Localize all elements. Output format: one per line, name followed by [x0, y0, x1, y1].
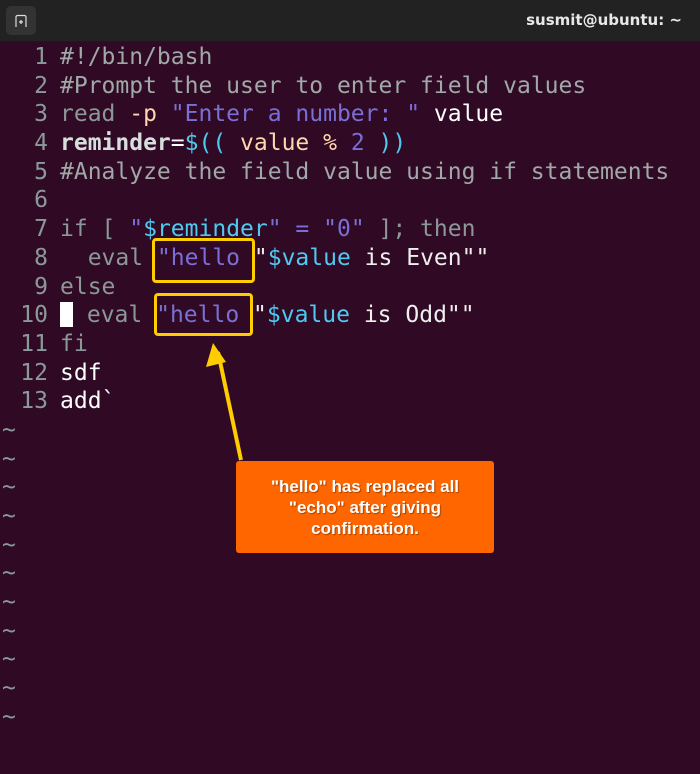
line-number: 3	[34, 101, 48, 128]
empty-line-marker: ~	[2, 646, 16, 673]
code-line[interactable]: 2 #Prompt the user to enter field values	[0, 72, 700, 101]
code-token: "	[253, 244, 268, 271]
line-number: 5	[34, 158, 48, 185]
new-tab-icon	[15, 14, 27, 27]
text-cursor	[60, 302, 73, 328]
code-line[interactable]: 8 eval "hello "$value is Even""	[0, 244, 700, 273]
title-bar: susmit@ubuntu: ~	[0, 0, 700, 42]
code-token: "Enter a number: "	[170, 101, 421, 128]
line-number: 2	[34, 72, 48, 99]
code-token: $((	[184, 130, 227, 157]
line-number: 11	[20, 330, 48, 357]
new-tab-button[interactable]	[6, 6, 36, 35]
empty-line-marker: ~	[2, 675, 16, 702]
code-line[interactable]: 10 eval "hello "$value is Odd""	[0, 301, 700, 330]
empty-line-marker: ~	[2, 617, 16, 644]
code-token: -p	[129, 101, 171, 128]
code-token: #Prompt the user to enter field values	[60, 72, 587, 99]
code-token: is Odd""	[349, 302, 475, 329]
annotation-callout: "hello" has replaced all "echo" after gi…	[236, 461, 494, 553]
code-token: "	[129, 216, 144, 243]
line-number: 7	[34, 216, 48, 243]
code-line[interactable]: 12 sdf	[0, 359, 700, 388]
code-token: read	[60, 101, 130, 128]
highlight-box-hello-line-8	[152, 238, 255, 283]
code-token: else	[60, 273, 116, 300]
vim-editor[interactable]: 1 #!/bin/bash 2 #Prompt the user to enter f…	[0, 43, 700, 732]
code-token: "	[253, 302, 267, 329]
code-token: #!/bin/bash	[60, 44, 213, 70]
empty-line-marker: ~	[2, 560, 16, 587]
line-number: 9	[34, 273, 48, 300]
code-token: fi	[60, 330, 88, 357]
code-token: $value	[267, 244, 351, 271]
code-token: if [	[60, 216, 130, 243]
empty-line-marker: ~	[2, 416, 16, 443]
line-number: 4	[34, 130, 48, 157]
window-title: susmit@ubuntu: ~	[526, 11, 682, 29]
line-number: 1	[34, 44, 48, 70]
code-line[interactable]: 4 reminder=$(( value % 2 ))	[0, 129, 700, 158]
code-token: ]; then	[364, 216, 476, 243]
code-token: #Analyze the field value using if statem…	[60, 158, 670, 185]
code-token: value %	[226, 130, 351, 157]
code-line[interactable]: 13 add`	[0, 387, 700, 416]
code-line[interactable]: 3 read -p "Enter a number: " value	[0, 100, 700, 129]
code-token: value	[420, 101, 504, 128]
empty-line-marker: ~	[2, 589, 16, 616]
line-number: 12	[20, 359, 48, 386]
code-line[interactable]: 7 if [ "$reminder" = "0" ]; then	[0, 215, 700, 244]
line-number: 8	[34, 244, 48, 271]
code-line[interactable]: 1 #!/bin/bash	[0, 43, 700, 72]
highlight-box-hello-line-10	[154, 293, 253, 336]
code-token: add`	[60, 388, 116, 415]
code-token: ))	[364, 130, 407, 157]
empty-line-marker: ~	[2, 703, 16, 730]
code-token: is Even""	[350, 244, 490, 271]
code-line[interactable]: 6	[0, 186, 700, 215]
line-number: 10	[20, 302, 48, 329]
code-token: $value	[266, 302, 350, 329]
line-number: 13	[20, 388, 48, 415]
code-token: " = "0"	[267, 216, 365, 243]
code-line[interactable]: 9 else	[0, 273, 700, 302]
code-token: eval	[73, 302, 157, 329]
code-line[interactable]: 11 fi	[0, 330, 700, 359]
code-token: =	[170, 130, 185, 157]
code-token: reminder	[60, 130, 171, 157]
code-token: sdf	[60, 359, 102, 386]
code-line[interactable]: 5 #Analyze the field value using if state…	[0, 158, 700, 187]
code-token: 2	[350, 130, 365, 157]
code-token: eval	[60, 244, 157, 271]
line-number: 6	[34, 187, 48, 214]
